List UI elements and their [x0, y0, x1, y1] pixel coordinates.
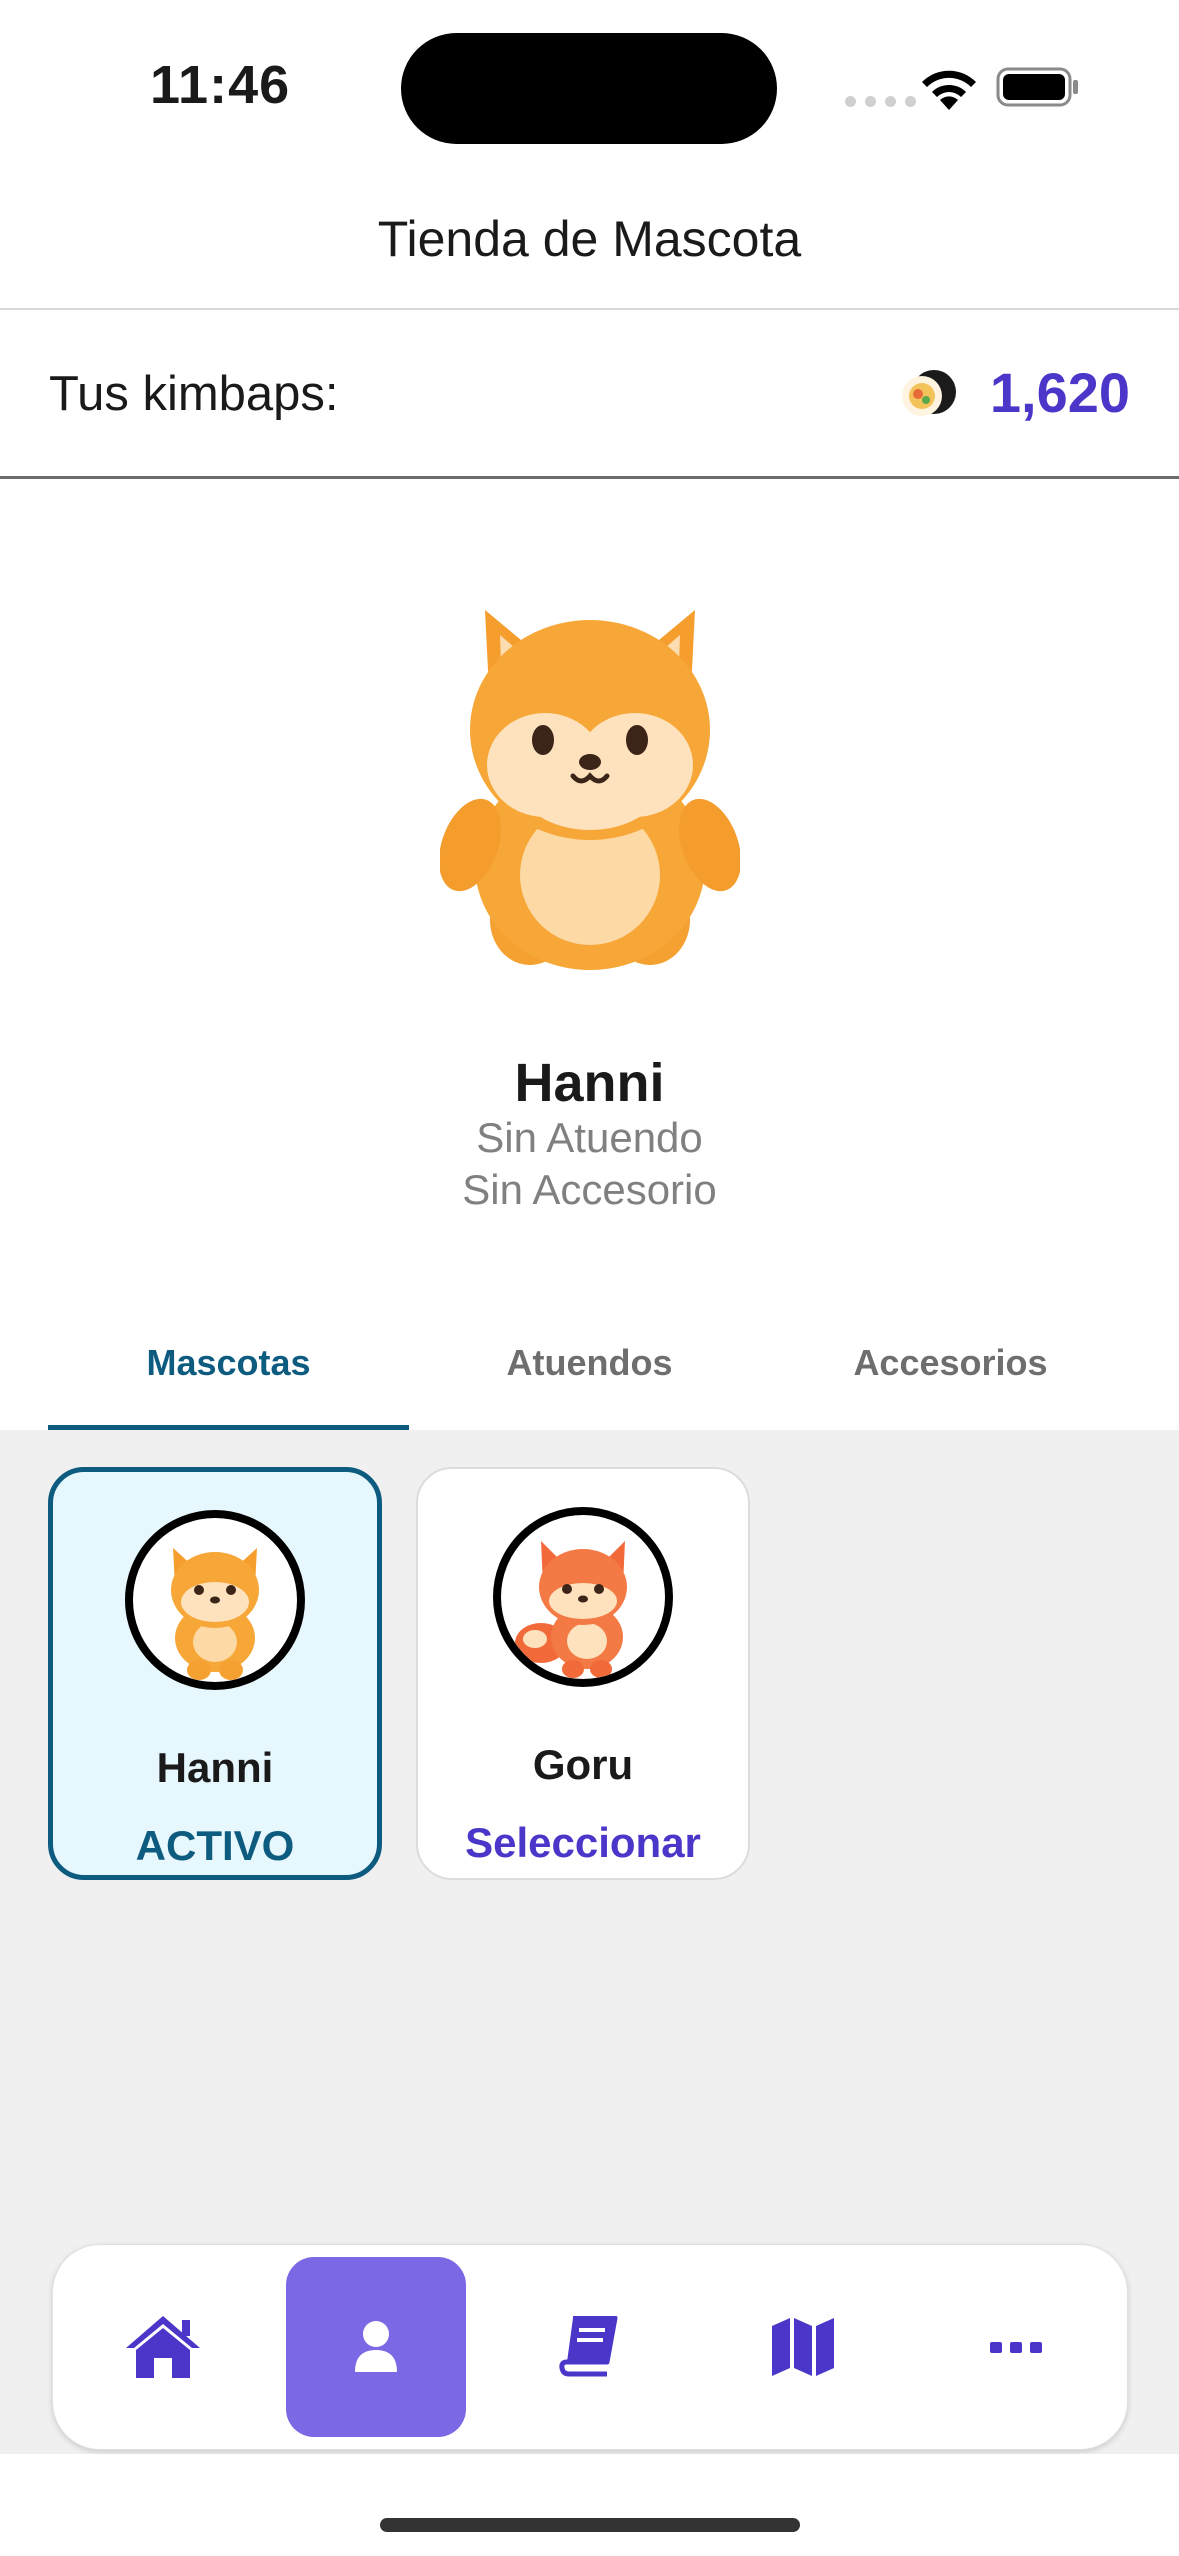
tab-home[interactable]: [73, 2257, 253, 2437]
home-indicator-area: [0, 2454, 1179, 2556]
kimbap-icon: [902, 370, 956, 416]
user-icon: [355, 2321, 397, 2372]
tab-atuendos[interactable]: Atuendos: [409, 1320, 770, 1430]
hanni-avatar: [125, 1510, 305, 1690]
pet-hanni-image: [440, 610, 740, 970]
card-name: Goru: [532, 1741, 634, 1788]
card-status-active: ACTIVO: [135, 1822, 295, 1869]
home-icon: [126, 2316, 200, 2378]
tab-accesorios[interactable]: Accesorios: [770, 1320, 1131, 1430]
pet-outfit: Sin Atuendo: [476, 1114, 703, 1161]
tab-book[interactable]: [499, 2257, 679, 2437]
tab-more[interactable]: [926, 2257, 1106, 2437]
bottom-tab-bar: [52, 2244, 1128, 2450]
select-button[interactable]: Seleccionar: [418, 1819, 748, 1867]
battery-icon: [996, 67, 1078, 107]
tab-profile[interactable]: [286, 2257, 466, 2437]
pet-card-hanni[interactable]: Hanni ACTIVO: [48, 1467, 382, 1880]
pet-name: Hanni: [514, 1053, 665, 1113]
kimbap-count: 1,620: [989, 361, 1130, 424]
card-name: Hanni: [156, 1744, 274, 1791]
status-time: 11:46: [150, 55, 291, 115]
pet-card-goru[interactable]: Goru Seleccionar: [416, 1467, 750, 1880]
kimbap-divider: [0, 476, 1179, 479]
more-icon: [990, 2342, 1042, 2353]
dynamic-island: [401, 33, 777, 144]
status-bar: 11:46: [0, 0, 1179, 170]
goru-avatar: [493, 1507, 673, 1687]
tab-mascotas[interactable]: Mascotas: [48, 1320, 409, 1432]
shop-tabs: Mascotas Atuendos Accesorios: [48, 1320, 1131, 1432]
tab-map[interactable]: [713, 2257, 893, 2437]
book-icon: [559, 2316, 618, 2377]
kimbap-balance-row: Tus kimbaps: 1,620: [0, 310, 1179, 476]
kimbap-label: Tus kimbaps:: [49, 367, 339, 421]
map-icon: [772, 2318, 834, 2376]
pet-accessory: Sin Accesorio: [462, 1166, 717, 1213]
home-indicator[interactable]: [380, 2518, 800, 2532]
cellular-signal-icon: [845, 96, 916, 107]
wifi-icon: [922, 70, 976, 110]
page-title: Tienda de Mascota: [377, 211, 802, 267]
